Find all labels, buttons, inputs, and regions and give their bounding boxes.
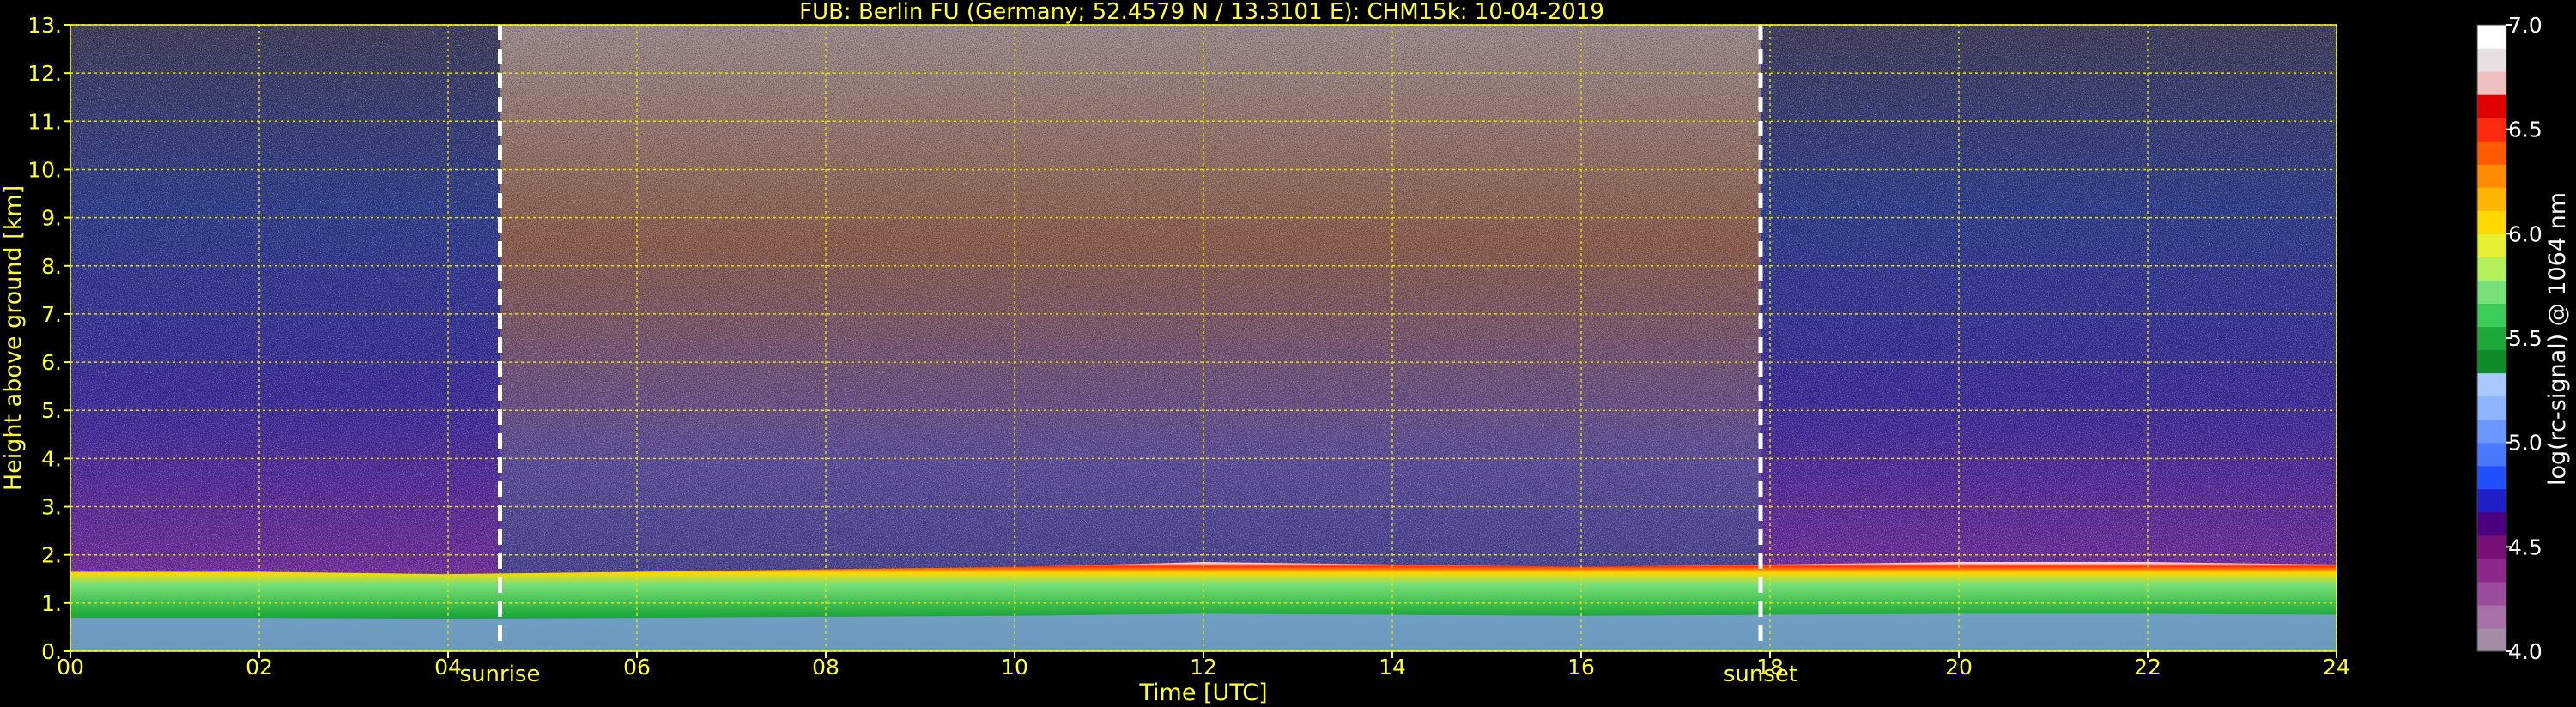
colorbar-label: log(rc-signal) @ 1064 nm	[2544, 192, 2571, 486]
x-tick-label: 00	[57, 655, 84, 680]
colorbar-segment	[2477, 558, 2506, 583]
colorbar-segment	[2477, 488, 2506, 513]
colorbar-segment	[2477, 210, 2506, 234]
colorbar-segment	[2477, 604, 2506, 629]
x-tick-label: 10	[1001, 655, 1028, 680]
colorbar-segment	[2477, 257, 2506, 281]
colorbar-segment	[2477, 71, 2506, 95]
y-tick-label: 6.	[41, 350, 62, 375]
y-tick-label: 8.	[41, 254, 62, 279]
colorbar: 4.0 4.5 5.0 5.5 6.0 6.5 7.0	[2476, 13, 2543, 664]
x-tick-label: 22	[2134, 655, 2161, 680]
colorbar-tick-label: 6.5	[2508, 118, 2543, 142]
colorbar-segment	[2477, 118, 2506, 142]
y-tick-label: 13.	[27, 13, 62, 38]
chart-title: FUB: Berlin FU (Germany; 52.4579 N / 13.…	[799, 0, 1604, 25]
y-axis: 0.1.2.3.4.5.6.7.8.9.10.11.12.13.	[27, 13, 70, 664]
colorbar-segment	[2477, 419, 2506, 444]
colorbar-tick-label: 7.0	[2508, 13, 2543, 38]
y-tick-label: 4.	[41, 446, 62, 471]
y-tick-label: 10.	[27, 157, 62, 182]
colorbar-segment	[2477, 141, 2506, 165]
y-tick-label: 2.	[41, 543, 62, 568]
x-axis: 00 02 04 06 08 10 12 14 16 18 20 22 24	[57, 651, 2350, 680]
colorbar-segment	[2477, 511, 2506, 536]
colorbar-segment	[2477, 581, 2506, 606]
y-tick-label: 11.	[27, 109, 62, 134]
y-tick-label: 1.	[41, 591, 62, 616]
colorbar-segment	[2477, 303, 2506, 328]
y-axis-label: Height above ground [km]	[0, 185, 27, 491]
colorbar-segment	[2477, 372, 2506, 397]
colorbar-tick-label: 4.5	[2508, 535, 2543, 559]
colorbar-segment	[2477, 48, 2506, 72]
colorbar-segment	[2477, 396, 2506, 420]
ceilometer-chart: sunrise sunset 0.1.2.3.4.5.6.7.8.9.10.11.…	[0, 0, 2571, 706]
y-tick-label: 5.	[41, 398, 62, 423]
colorbar-segment	[2477, 233, 2506, 257]
y-tick-label: 12.	[27, 61, 62, 86]
colorbar-tick-label: 6.0	[2508, 221, 2543, 246]
colorbar-segment	[2477, 442, 2506, 467]
colorbar-segment	[2477, 25, 2506, 49]
x-tick-label: 24	[2323, 655, 2350, 680]
colorbar-segment	[2477, 627, 2506, 652]
colorbar-segment	[2477, 349, 2506, 374]
y-tick-label: 3.	[41, 495, 62, 520]
x-tick-label: 14	[1379, 655, 1406, 680]
x-tick-label: 06	[623, 655, 651, 680]
colorbar-segment	[2477, 465, 2506, 490]
y-tick-label: 9.	[41, 206, 62, 231]
x-tick-label: 18	[1756, 655, 1784, 680]
x-tick-label: 12	[1190, 655, 1217, 680]
colorbar-segment	[2477, 326, 2506, 351]
colorbar-tick-label: 5.0	[2508, 431, 2543, 456]
colorbar-segment	[2477, 94, 2506, 118]
x-tick-label: 20	[1945, 655, 1973, 680]
event-label-sunrise: sunrise	[460, 662, 541, 687]
x-tick-label: 16	[1567, 655, 1595, 680]
colorbar-segment	[2477, 164, 2506, 188]
colorbar-tick-label: 4.0	[2508, 639, 2543, 664]
colorbar-segment	[2477, 280, 2506, 305]
x-tick-label: 04	[434, 655, 462, 680]
y-tick-label: 7.	[41, 302, 62, 327]
x-axis-label: Time [UTC]	[1138, 680, 1267, 706]
colorbar-segment	[2477, 187, 2506, 211]
x-tick-label: 08	[812, 655, 839, 680]
colorbar-tick-label: 5.5	[2508, 326, 2543, 351]
x-tick-label: 02	[245, 655, 273, 680]
colorbar-segment	[2477, 535, 2506, 559]
